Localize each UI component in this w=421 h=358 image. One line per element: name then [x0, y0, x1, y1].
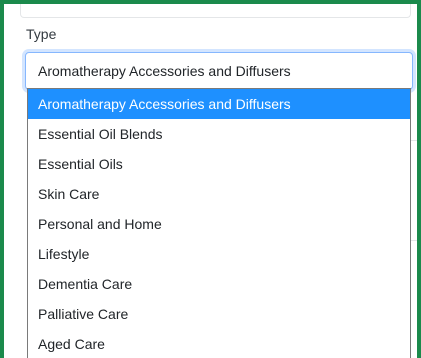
type-select[interactable]: Aromatherapy Accessories and Diffusers — [25, 52, 413, 90]
type-dropdown-list: Aromatherapy Accessories and Diffusers E… — [27, 88, 411, 358]
dropdown-option-lifestyle[interactable]: Lifestyle — [28, 239, 410, 269]
dropdown-option-aged-care[interactable]: Aged Care — [28, 329, 410, 358]
type-label: Type — [26, 26, 57, 42]
background-divider — [411, 140, 417, 141]
dropdown-option-dementia-care[interactable]: Dementia Care — [28, 269, 410, 299]
dropdown-option-aromatherapy-accessories-and-diffusers[interactable]: Aromatherapy Accessories and Diffusers — [28, 89, 410, 119]
dropdown-option-personal-and-home[interactable]: Personal and Home — [28, 209, 410, 239]
previous-field-card — [20, 4, 411, 18]
background-divider — [411, 240, 417, 241]
dropdown-option-essential-oils[interactable]: Essential Oils — [28, 149, 410, 179]
dropdown-option-skin-care[interactable]: Skin Care — [28, 179, 410, 209]
dropdown-option-essential-oil-blends[interactable]: Essential Oil Blends — [28, 119, 410, 149]
dropdown-option-palliative-care[interactable]: Palliative Care — [28, 299, 410, 329]
